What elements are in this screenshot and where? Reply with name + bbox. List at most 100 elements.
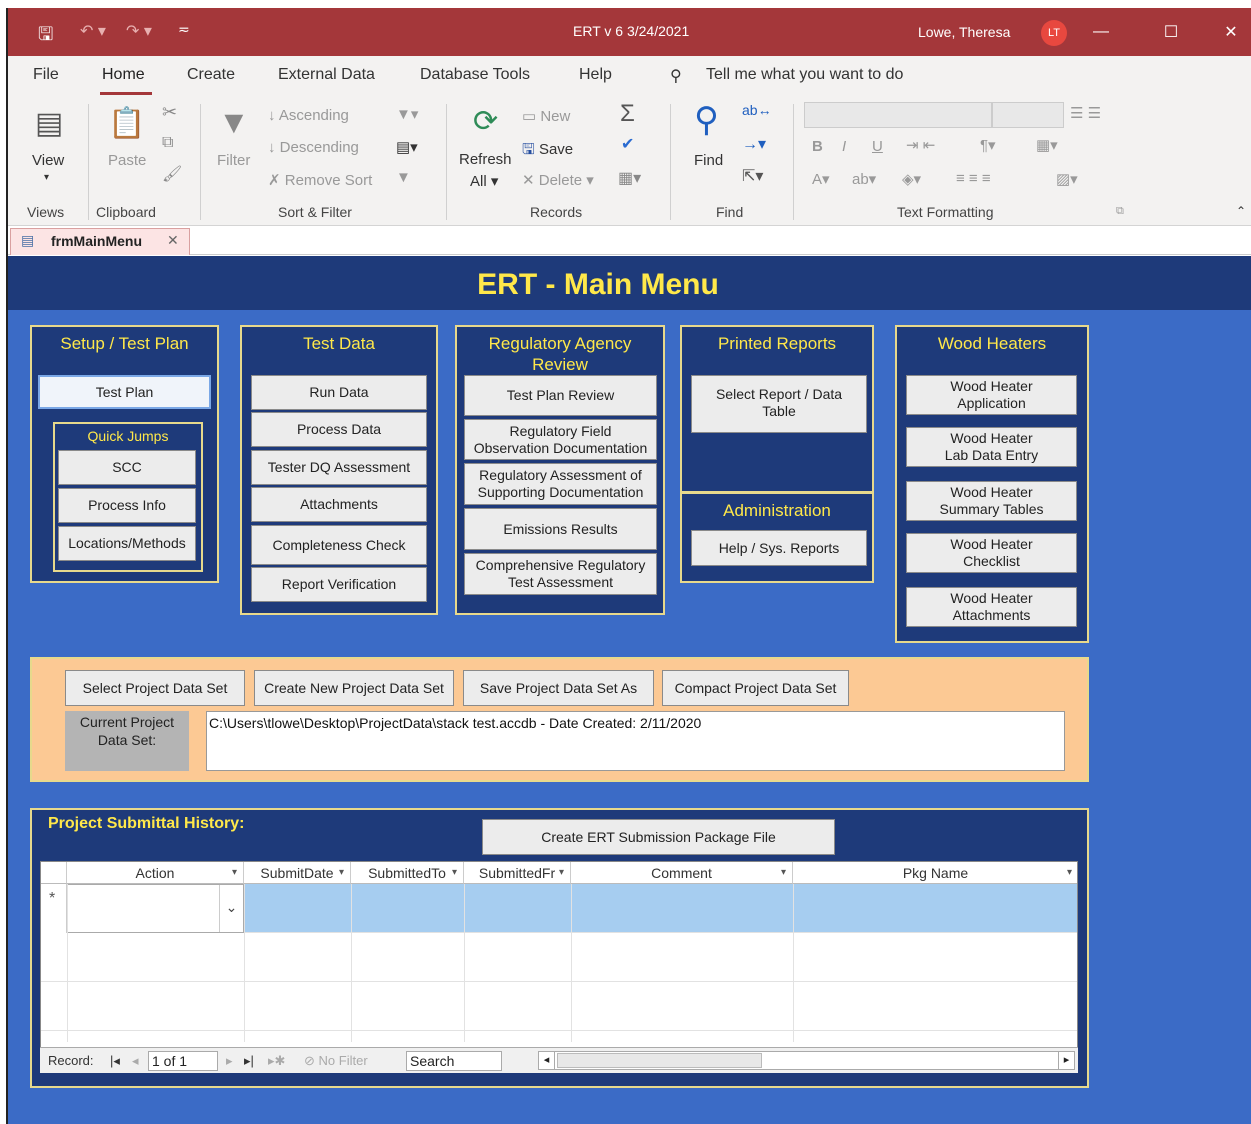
refresh-icon[interactable]: ⟳: [473, 104, 498, 139]
locations-methods-button[interactable]: Locations/Methods: [58, 526, 196, 561]
column-header-submittedto[interactable]: SubmittedTo ▾: [351, 862, 464, 884]
chevron-down-icon[interactable]: ▾: [781, 862, 786, 884]
fill-color-icon[interactable]: ◈▾: [902, 170, 921, 188]
chevron-down-icon[interactable]: ▾: [339, 862, 344, 884]
more-records-icon[interactable]: ▦▾: [618, 168, 641, 188]
bold-icon[interactable]: B: [812, 138, 823, 155]
user-avatar[interactable]: LT: [1041, 20, 1067, 46]
totals-icon[interactable]: Σ: [620, 100, 635, 128]
column-header-comment[interactable]: Comment ▾: [571, 862, 793, 884]
goto-icon[interactable]: →▾: [742, 134, 766, 154]
scroll-left-icon[interactable]: ◂: [539, 1052, 555, 1069]
create-new-project-data-set-button[interactable]: Create New Project Data Set: [254, 670, 454, 706]
filter-button[interactable]: Filter: [217, 152, 250, 169]
copy-icon[interactable]: ⧉: [162, 134, 173, 152]
save-record-button[interactable]: 🖫 Save: [522, 139, 573, 164]
filter-status-button[interactable]: ⊘ No Filter: [304, 1053, 368, 1069]
alternate-row-icon[interactable]: ▨▾: [1056, 170, 1078, 188]
emissions-results-button[interactable]: Emissions Results: [464, 508, 657, 550]
paste-button[interactable]: Paste: [108, 152, 146, 169]
run-data-button[interactable]: Run Data: [251, 375, 427, 410]
report-verification-button[interactable]: Report Verification: [251, 567, 427, 602]
menu-create[interactable]: Create: [187, 66, 235, 84]
compact-project-data-set-button[interactable]: Compact Project Data Set: [662, 670, 849, 706]
select-icon[interactable]: ⇱▾: [742, 166, 763, 186]
completeness-check-button[interactable]: Completeness Check: [251, 525, 427, 565]
action-combo-input[interactable]: ⌄: [67, 884, 244, 933]
attachments-button[interactable]: Attachments: [251, 487, 427, 522]
wood-heater-lab-data-button[interactable]: Wood Heater Lab Data Entry: [906, 427, 1077, 467]
indent-icons[interactable]: ⇥ ⇤: [906, 136, 935, 154]
chevron-down-icon[interactable]: ▾: [559, 862, 564, 884]
toggle-filter-icon[interactable]: ▼: [396, 169, 411, 186]
delete-record-button[interactable]: ✕ Delete ▾: [522, 171, 594, 189]
chevron-down-icon[interactable]: ▾: [1067, 862, 1072, 884]
selection-filter-icon[interactable]: ▼▾: [396, 105, 418, 123]
search-input[interactable]: Search: [406, 1051, 502, 1071]
search-icon[interactable]: ⚲: [670, 66, 682, 86]
select-all-corner[interactable]: [41, 862, 67, 884]
bullets-icon[interactable]: ☰ ☰: [1070, 104, 1101, 122]
wood-heater-checklist-button[interactable]: Wood Heater Checklist: [906, 533, 1077, 573]
cut-icon[interactable]: ✂: [162, 102, 177, 123]
maximize-icon[interactable]: ☐: [1148, 8, 1194, 56]
new-record-nav-icon[interactable]: ▸✱: [268, 1053, 285, 1069]
process-info-button[interactable]: Process Info: [58, 488, 196, 523]
scroll-right-icon[interactable]: ▸: [1058, 1052, 1074, 1069]
align-icons[interactable]: ≡ ≡ ≡: [956, 170, 991, 187]
view-dropdown-icon[interactable]: ▾: [44, 172, 49, 183]
column-header-action[interactable]: Action ▾: [67, 862, 244, 884]
view-button[interactable]: View: [32, 152, 64, 169]
tell-me-input[interactable]: Tell me what you want to do: [706, 66, 903, 84]
create-submission-package-button[interactable]: Create ERT Submission Package File: [482, 819, 835, 855]
horizontal-scrollbar[interactable]: ◂ ▸: [538, 1051, 1075, 1070]
select-report-button[interactable]: Select Report / Data Table: [691, 375, 867, 433]
wood-heater-application-button[interactable]: Wood Heater Application: [906, 375, 1077, 415]
comprehensive-assessment-button[interactable]: Comprehensive Regulatory Test Assessment: [464, 553, 657, 595]
user-name[interactable]: Lowe, Theresa: [918, 24, 1010, 40]
first-record-icon[interactable]: |◂: [110, 1053, 120, 1069]
advanced-filter-icon[interactable]: ▤▾: [396, 138, 418, 156]
highlight-icon[interactable]: ab▾: [852, 170, 876, 188]
test-plan-button[interactable]: Test Plan: [38, 375, 211, 409]
new-record-button[interactable]: ▭ New: [522, 107, 570, 125]
chevron-down-icon[interactable]: ▾: [452, 862, 457, 884]
italic-icon[interactable]: I: [842, 138, 846, 155]
scrollbar-thumb[interactable]: [557, 1053, 762, 1068]
chevron-down-icon[interactable]: ▾: [232, 862, 237, 884]
close-icon[interactable]: ✕: [1208, 8, 1251, 56]
paste-icon[interactable]: 📋: [108, 106, 145, 141]
collapse-ribbon-icon[interactable]: ⌃: [1236, 204, 1246, 218]
menu-home[interactable]: Home: [102, 66, 145, 84]
format-painter-icon[interactable]: 🖌: [162, 164, 182, 184]
underline-icon[interactable]: U: [872, 138, 883, 155]
refresh-button[interactable]: Refresh: [459, 151, 512, 168]
filter-icon[interactable]: ▼: [218, 104, 250, 141]
scc-button[interactable]: SCC: [58, 450, 196, 485]
font-name-select[interactable]: [804, 102, 992, 128]
last-record-icon[interactable]: ▸|: [244, 1053, 254, 1069]
previous-record-icon[interactable]: ◂: [132, 1053, 139, 1069]
font-size-select[interactable]: [992, 102, 1064, 128]
current-record-input[interactable]: 1 of 1: [148, 1051, 218, 1071]
process-data-button[interactable]: Process Data: [251, 412, 427, 447]
descending-button[interactable]: ↓ Descending: [268, 139, 359, 156]
menu-file[interactable]: File: [33, 66, 59, 84]
select-project-data-set-button[interactable]: Select Project Data Set: [65, 670, 245, 706]
save-icon[interactable]: 🖫: [38, 22, 53, 52]
wood-heater-summary-button[interactable]: Wood Heater Summary Tables: [906, 481, 1077, 521]
column-header-submitdate[interactable]: SubmitDate ▾: [244, 862, 351, 884]
current-project-path[interactable]: C:\Users\tlowe\Desktop\ProjectData\stack…: [206, 711, 1065, 771]
next-record-icon[interactable]: ▸: [226, 1053, 233, 1069]
spelling-icon[interactable]: ✔: [621, 134, 634, 154]
gridlines-icon[interactable]: ▦▾: [1036, 136, 1058, 154]
paragraph-direction-icon[interactable]: ¶▾: [980, 136, 996, 154]
customize-qat-icon[interactable]: ≂: [178, 21, 190, 38]
chevron-down-icon[interactable]: ⌄: [219, 885, 243, 932]
regulatory-assessment-button[interactable]: Regulatory Assessment of Supporting Docu…: [464, 463, 657, 505]
redo-icon[interactable]: ↷ ▾: [126, 21, 152, 41]
menu-help[interactable]: Help: [579, 66, 612, 84]
find-button[interactable]: Find: [694, 152, 723, 169]
tab-frmMainMenu[interactable]: ▤ frmMainMenu ✕: [10, 228, 190, 255]
tester-dq-assessment-button[interactable]: Tester DQ Assessment: [251, 450, 427, 485]
